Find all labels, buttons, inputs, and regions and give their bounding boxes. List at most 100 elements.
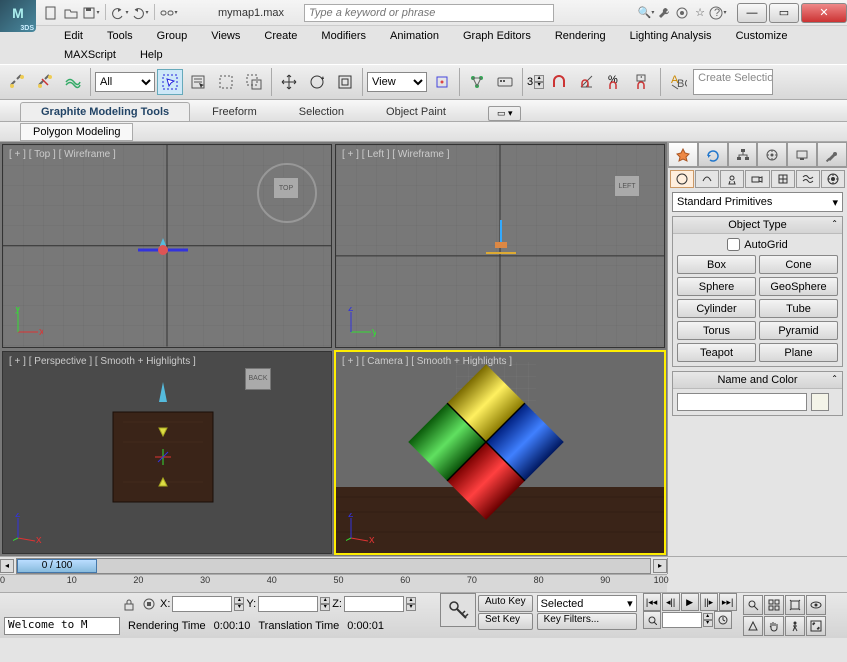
hierarchy-panel-tab[interactable] xyxy=(728,142,758,167)
goto-start-icon[interactable]: |◂◂ xyxy=(643,593,661,611)
viewcube[interactable]: BACK xyxy=(245,368,271,390)
ref-coord-dropdown[interactable]: View xyxy=(367,72,427,92)
motion-panel-tab[interactable] xyxy=(757,142,787,167)
cone-button[interactable]: Cone xyxy=(759,255,838,274)
rotate-tool-icon[interactable] xyxy=(304,69,330,95)
primitive-category-dropdown[interactable]: Standard Primitives▾ xyxy=(672,192,843,212)
rollout-name-color[interactable]: Name and Color⌃ xyxy=(673,372,842,389)
geosphere-button[interactable]: GeoSphere xyxy=(759,277,838,296)
select-by-name-icon[interactable] xyxy=(185,69,211,95)
orbit-icon[interactable] xyxy=(806,595,826,615)
lock-selection-icon[interactable] xyxy=(120,595,138,613)
cameras-subtab-icon[interactable] xyxy=(745,170,769,188)
ribbon-tab-objectpaint[interactable]: Object Paint xyxy=(366,103,466,121)
ribbon-tab-graphite[interactable]: Graphite Modeling Tools xyxy=(20,102,190,121)
viewcube[interactable]: TOP xyxy=(273,177,299,199)
select-region-icon[interactable] xyxy=(213,69,239,95)
scale-tool-icon[interactable] xyxy=(332,69,358,95)
selection-filter-dropdown[interactable]: All xyxy=(95,72,155,92)
set-key-big-button[interactable] xyxy=(440,593,476,627)
setkey-button[interactable]: Set Key xyxy=(478,613,533,630)
ribbon-minimize-icon[interactable]: ▭ ▾ xyxy=(488,106,522,121)
menu-tools[interactable]: Tools xyxy=(95,28,145,44)
spinner-snap-icon[interactable] xyxy=(630,69,656,95)
percent-snap-icon[interactable]: % xyxy=(602,69,628,95)
current-frame-input[interactable] xyxy=(662,612,702,628)
snap-angle[interactable]: 3▴▾ xyxy=(527,75,544,89)
bind-spacewarp-icon[interactable] xyxy=(60,69,86,95)
viewport-label[interactable]: [ + ] [ Perspective ] [ Smooth + Highlig… xyxy=(9,356,196,367)
named-selection-icon[interactable]: ABC xyxy=(665,69,691,95)
viewport-perspective[interactable]: [ + ] [ Perspective ] [ Smooth + Highlig… xyxy=(2,351,332,555)
menu-modifiers[interactable]: Modifiers xyxy=(309,28,378,44)
menu-animation[interactable]: Animation xyxy=(378,28,451,44)
manipulate-icon[interactable] xyxy=(464,69,490,95)
viewport-left[interactable]: [ + ] [ Left ] [ Wireframe ] LEFT yz xyxy=(335,144,665,348)
utilities-panel-tab[interactable] xyxy=(817,142,847,167)
link-icon[interactable]: ▾ xyxy=(160,4,178,22)
viewport-label[interactable]: [ + ] [ Left ] [ Wireframe ] xyxy=(342,149,450,160)
time-ruler[interactable]: 0 10 20 30 40 50 60 70 80 90 100 xyxy=(0,574,667,592)
systems-subtab-icon[interactable] xyxy=(821,170,845,188)
viewport-label[interactable]: [ + ] [ Camera ] [ Smooth + Highlights ] xyxy=(342,356,512,367)
ribbon-tab-freeform[interactable]: Freeform xyxy=(192,103,277,121)
prev-frame-icon[interactable]: ◂|| xyxy=(662,593,680,611)
autogrid-checkbox[interactable] xyxy=(727,238,740,251)
keyboard-shortcut-icon[interactable] xyxy=(492,69,518,95)
goto-end-icon[interactable]: ▸▸| xyxy=(719,593,737,611)
save-icon[interactable]: ▾ xyxy=(82,4,100,22)
plane-button[interactable]: Plane xyxy=(759,343,838,362)
app-logo[interactable]: M3DS xyxy=(0,0,36,32)
z-input[interactable] xyxy=(344,596,404,612)
lights-subtab-icon[interactable] xyxy=(720,170,744,188)
binoculars-icon[interactable]: 🔍▾ xyxy=(637,4,655,22)
menu-customize[interactable]: Customize xyxy=(724,28,800,44)
viewport-top[interactable]: [ + ] [ Top ] [ Wireframe ] TOP xy xyxy=(2,144,332,348)
autokey-button[interactable]: Auto Key xyxy=(478,595,533,612)
key-mode-icon[interactable] xyxy=(643,611,661,629)
cylinder-button[interactable]: Cylinder xyxy=(677,299,756,318)
redo-icon[interactable]: ▾ xyxy=(131,4,149,22)
viewport-camera[interactable]: [ + ] [ Camera ] [ Smooth + Highlights ] xyxy=(335,351,665,555)
play-icon[interactable]: ▶ xyxy=(681,593,699,611)
zoom-icon[interactable] xyxy=(743,595,763,615)
undo-icon[interactable]: ▾ xyxy=(111,4,129,22)
angle-snap-icon[interactable] xyxy=(574,69,600,95)
keyfilters-button[interactable]: Key Filters... xyxy=(537,613,637,630)
close-button[interactable]: ✕ xyxy=(801,3,847,23)
timeslider-next-icon[interactable]: ▸ xyxy=(653,559,667,573)
time-config-icon[interactable] xyxy=(714,611,732,629)
menu-edit[interactable]: Edit xyxy=(52,28,95,44)
window-crossing-icon[interactable] xyxy=(241,69,267,95)
create-selection-set[interactable]: Create Selection xyxy=(693,69,773,95)
new-icon[interactable] xyxy=(42,4,60,22)
spacewarps-subtab-icon[interactable] xyxy=(796,170,820,188)
wrench-icon[interactable] xyxy=(655,4,673,22)
menu-rendering[interactable]: Rendering xyxy=(543,28,618,44)
key-filter-dropdown[interactable]: Selected▾ xyxy=(537,595,637,612)
maximize-viewport-icon[interactable] xyxy=(806,616,826,636)
y-input[interactable] xyxy=(258,596,318,612)
sphere-button[interactable]: Sphere xyxy=(677,277,756,296)
object-color-swatch[interactable] xyxy=(811,393,829,411)
torus-button[interactable]: Torus xyxy=(677,321,756,340)
open-icon[interactable] xyxy=(62,4,80,22)
zoom-all-icon[interactable] xyxy=(764,595,784,615)
menu-maxscript[interactable]: MAXScript xyxy=(52,47,128,63)
viewport-label[interactable]: [ + ] [ Top ] [ Wireframe ] xyxy=(9,149,116,160)
unlink-tool-icon[interactable] xyxy=(32,69,58,95)
isolate-selection-icon[interactable] xyxy=(140,595,158,613)
next-frame-icon[interactable]: ||▸ xyxy=(700,593,718,611)
x-input[interactable] xyxy=(172,596,232,612)
modify-panel-tab[interactable] xyxy=(698,142,728,167)
search-input[interactable] xyxy=(304,4,554,22)
help-icon[interactable]: ?▾ xyxy=(709,4,727,22)
teapot-button[interactable]: Teapot xyxy=(677,343,756,362)
tube-button[interactable]: Tube xyxy=(759,299,838,318)
geometry-subtab-icon[interactable] xyxy=(670,170,694,188)
pyramid-button[interactable]: Pyramid xyxy=(759,321,838,340)
select-object-icon[interactable] xyxy=(157,69,183,95)
menu-create[interactable]: Create xyxy=(252,28,309,44)
maximize-button[interactable]: ▭ xyxy=(769,3,799,23)
timeslider-prev-icon[interactable]: ◂ xyxy=(0,559,14,573)
